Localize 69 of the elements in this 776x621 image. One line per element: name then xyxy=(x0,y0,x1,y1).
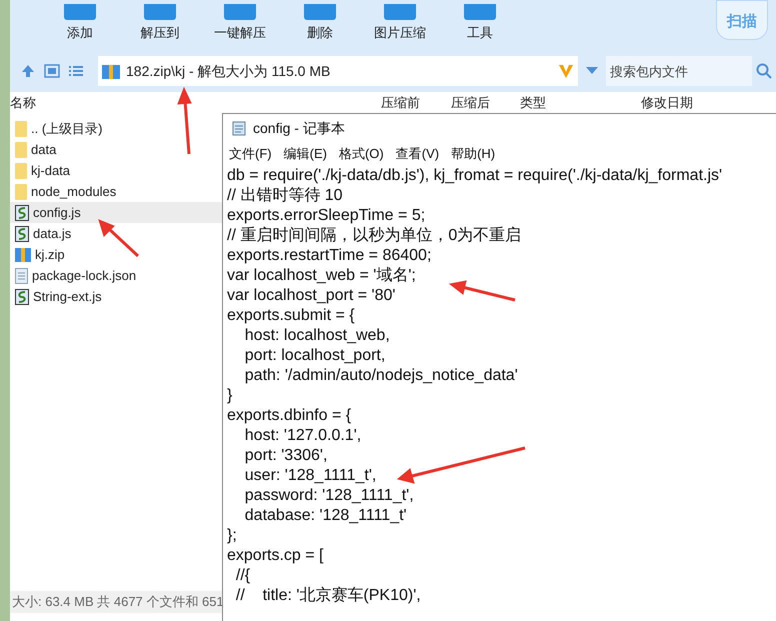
code-line: exports.dbinfo = { xyxy=(227,406,352,426)
code-line: port: localhost_port, xyxy=(244,346,386,366)
code-line: password: '128_1111_t', xyxy=(244,486,414,506)
code-line: db = require('./kj-data/db.js'), kj_fromat = require('./kj-data/kj_format.js' xyxy=(227,166,722,186)
archive-icon xyxy=(15,248,31,262)
toolbar-icon xyxy=(384,4,416,20)
menu-item[interactable]: 查看(V) xyxy=(396,144,440,164)
toolbar-button[interactable]: 一键解压 xyxy=(200,0,280,48)
toolbar-button[interactable]: 工具 xyxy=(440,0,520,48)
folder-icon xyxy=(15,162,27,178)
toolbar-icon xyxy=(64,4,96,20)
code-line: path: '/admin/auto/nodejs_notice_data' xyxy=(244,366,518,386)
code-line: exports.errorSleepTime = 5; xyxy=(227,206,426,226)
address-bar[interactable]: 182.zip\kj - 解包大小为 115.0 MB xyxy=(98,56,578,86)
code-line: exports.restartTime = 86400; xyxy=(227,246,432,266)
search-icon[interactable] xyxy=(756,63,772,79)
code-line: // 重启时间间隔，以秒为单位，0为不重启 xyxy=(227,226,522,246)
toolbar-button[interactable]: 解压到 xyxy=(120,0,200,48)
folder-icon xyxy=(15,120,27,136)
column-header[interactable]: 名称 xyxy=(10,93,381,113)
code-line: host: localhost_web, xyxy=(244,326,390,346)
menu-item[interactable]: 编辑(E) xyxy=(284,144,327,164)
column-header[interactable]: 压缩后 xyxy=(451,93,520,113)
search-field[interactable]: 搜索包内文件 xyxy=(606,56,752,86)
up-arrow-icon[interactable] xyxy=(20,63,36,79)
list-view-icon[interactable] xyxy=(68,64,84,78)
code-line: database: '128_1111_t' xyxy=(244,506,407,526)
code-line: exports.cp = [ xyxy=(227,546,324,566)
code-line: host: '127.0.0.1', xyxy=(244,426,362,446)
code-line: var localhost_web = '域名'; xyxy=(227,266,416,286)
v-logo-icon[interactable] xyxy=(558,63,574,79)
code-line: exports.submit = { xyxy=(227,306,355,326)
script-file-icon xyxy=(15,288,29,304)
dropdown-caret-icon[interactable] xyxy=(586,67,598,75)
file-row[interactable]: config.js xyxy=(10,202,222,223)
annotation-arrow xyxy=(98,219,140,258)
folder-icon xyxy=(15,142,27,158)
code-line: port: '3306', xyxy=(244,446,328,466)
menu-item[interactable]: 帮助(H) xyxy=(451,144,496,164)
toolbar-icon xyxy=(464,4,496,20)
toolbar-button[interactable]: 删除 xyxy=(280,0,360,48)
toolbar-button[interactable]: 添加 xyxy=(40,0,120,48)
archive-icon xyxy=(102,63,120,79)
column-header[interactable]: 修改日期 xyxy=(641,93,741,113)
code-line: user: '128_1111_t', xyxy=(244,466,376,486)
toolbar-icon xyxy=(144,4,176,20)
code-line: } xyxy=(227,386,232,406)
script-file-icon xyxy=(15,204,29,220)
code-line: }; xyxy=(227,526,237,546)
notepad-icon xyxy=(231,120,247,136)
thumbnail-view-icon[interactable] xyxy=(44,64,60,78)
column-header[interactable]: 压缩前 xyxy=(381,93,451,113)
code-line: // title: '北京赛车(PK10)', xyxy=(234,586,421,606)
window-title: config - 记事本 xyxy=(253,118,345,138)
menu-item[interactable]: 格式(O) xyxy=(338,144,384,164)
column-header[interactable]: 类型 xyxy=(520,93,641,113)
annotation-arrow xyxy=(448,280,516,302)
code-line: var localhost_port = '80' xyxy=(227,286,396,306)
folder-icon xyxy=(15,184,27,200)
annotation-arrow xyxy=(177,86,192,154)
document-icon xyxy=(15,268,28,284)
toolbar-icon xyxy=(224,4,256,20)
code-line: //{ xyxy=(234,566,250,586)
archive-path: 182.zip\kj - 解包大小为 115.0 MB xyxy=(126,62,330,81)
toolbar-icon xyxy=(304,4,336,20)
menu-item[interactable]: 文件(F) xyxy=(229,144,272,164)
toolbar-button[interactable]: 图片压缩 xyxy=(360,0,440,48)
script-file-icon xyxy=(15,226,29,242)
code-line: // 出错时等待 10 xyxy=(227,186,343,206)
